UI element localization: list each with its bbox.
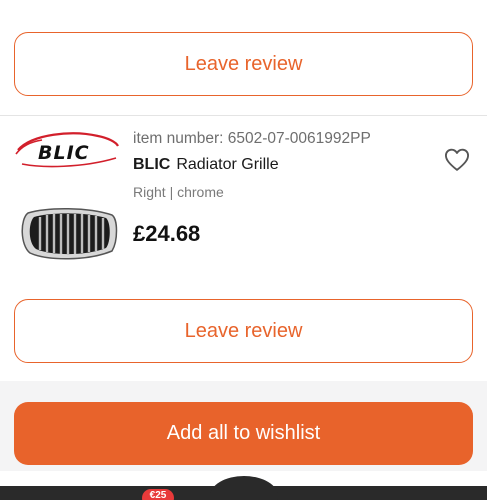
bottom-nav-center-button[interactable]	[210, 476, 278, 500]
product-title[interactable]: BLIC Radiator Grille	[133, 156, 279, 174]
svg-text:BLIC: BLIC	[38, 142, 90, 164]
product-specs: Right | chrome	[133, 184, 224, 200]
blic-logo: BLIC	[15, 132, 119, 168]
cart-badge: €25	[142, 489, 174, 500]
radiator-grille-image	[21, 208, 118, 260]
divider	[0, 115, 487, 116]
product-brand: BLIC	[133, 156, 171, 173]
leave-review-button[interactable]: Leave review	[14, 32, 473, 96]
leave-review-button[interactable]: Leave review	[14, 299, 473, 363]
heart-outline-icon[interactable]	[443, 146, 471, 174]
add-all-to-wishlist-button[interactable]: Add all to wishlist	[14, 402, 473, 465]
product-name: Radiator Grille	[176, 156, 279, 173]
item-number: item number: 6502-07-0061992PP	[133, 130, 371, 147]
product-price: £24.68	[133, 221, 201, 246]
